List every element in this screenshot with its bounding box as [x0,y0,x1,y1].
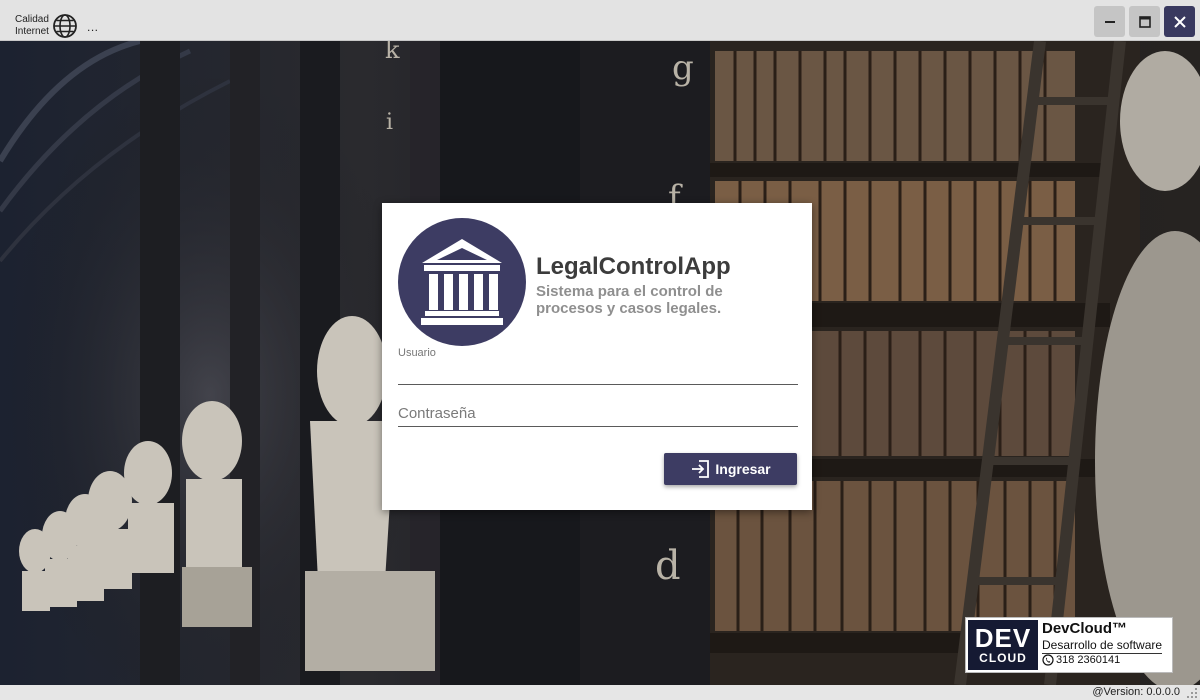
shelf-letter-i: i [386,110,393,135]
more-menu-button[interactable]: ... [87,20,99,34]
version-label: @Version: 0.0.0.0 [1092,686,1180,698]
whatsapp-icon [1042,654,1054,666]
login-card: LegalControlApp Sistema para el control … [382,203,812,510]
username-input[interactable] [398,361,798,385]
devcloud-phone: 318 2360141 [1042,654,1120,666]
login-button[interactable]: Ingresar [664,453,797,485]
app-subtitle: Sistema para el control de procesos y ca… [536,283,723,317]
shelf-letter-k: k [385,41,400,64]
close-button[interactable] [1164,6,1195,37]
network-quality-label: Calidad Internet [15,14,49,37]
status-bar: @Version: 0.0.0.0 [0,685,1200,700]
username-label: Usuario [398,347,436,359]
login-button-label: Ingresar [715,461,771,477]
resize-grip-icon[interactable] [1186,687,1198,699]
devcloud-logo: DEV CLOUD [968,620,1038,670]
shelf-letter-d: d [655,543,681,589]
network-quality[interactable]: Calidad Internet [15,13,78,39]
title-bar: Calidad Internet ... [0,0,1200,41]
devcloud-badge: DEV CLOUD DevCloud™ Desarrollo de softwa… [965,617,1173,673]
courthouse-icon [421,239,503,325]
login-icon [692,460,710,478]
globe-icon [53,14,77,38]
maximize-button[interactable] [1129,6,1160,37]
app-title: LegalControlApp [536,253,731,280]
password-input[interactable] [398,401,798,427]
minimize-button[interactable] [1094,6,1125,37]
app-logo [398,218,526,346]
close-icon [1173,15,1186,28]
minimize-icon [1104,20,1115,23]
shelf-letter-g: g [672,48,694,88]
devcloud-name: DevCloud™ [1042,620,1128,637]
maximize-icon [1138,15,1151,28]
devcloud-tagline: Desarrollo de software [1042,638,1163,654]
